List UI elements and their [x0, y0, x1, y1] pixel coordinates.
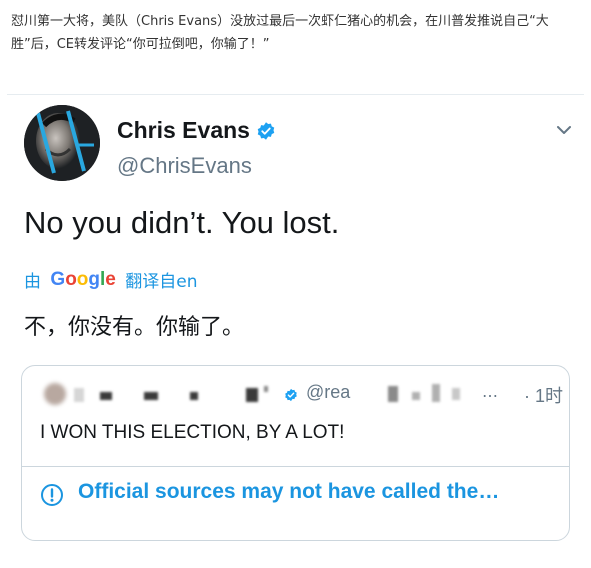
google-logo: Google	[50, 268, 116, 290]
quoted-tweet[interactable]: @rea … · 1时 I WON THIS ELECTION, BY A LO…	[21, 365, 570, 541]
tweet-card[interactable]: Chris Evans @ChrisEvans No you didn’t. Y…	[7, 94, 584, 568]
quoted-tweet-time[interactable]: · 1时	[524, 382, 563, 408]
quoted-handle-ellipsis: …	[482, 382, 498, 401]
translate-by-label: 由	[24, 272, 41, 292]
chevron-down-icon[interactable]	[555, 121, 573, 139]
blurred-handle-part	[452, 388, 460, 400]
display-name[interactable]: Chris Evans	[117, 117, 250, 144]
quoted-tweet-divider	[22, 466, 569, 467]
quoted-tweet-header: @rea … · 1时	[40, 382, 563, 408]
profile-avatar[interactable]	[24, 105, 100, 181]
blurred-name-part	[246, 388, 258, 402]
quoted-tweet-text: I WON THIS ELECTION, BY A LOT!	[40, 422, 345, 443]
blurred-handle-part	[432, 384, 440, 402]
translate-tweet-link[interactable]: 由 Google 翻译自en	[24, 267, 198, 292]
avatar-photo	[24, 105, 100, 181]
election-notice-text: Official sources may not have called the…	[78, 480, 500, 503]
tweet-text: No you didn’t. You lost.	[24, 205, 340, 240]
exclamation-circle-icon	[41, 484, 63, 506]
quoted-verified-badge-icon	[285, 388, 297, 402]
translate-source-label: 翻译自en	[125, 272, 198, 292]
blurred-name-part	[264, 386, 268, 392]
article-intro-text: 怼川第一大将，美队（Chris Evans）没放过最后一次虾仁猪心的机会，在川普…	[11, 14, 549, 52]
verified-badge-icon	[257, 122, 275, 140]
user-handle[interactable]: @ChrisEvans	[117, 153, 252, 179]
translated-text: 不，你没有。你输了。	[24, 315, 245, 340]
blurred-name-part	[74, 388, 84, 402]
screenshot-page: 怼川第一大将，美队（Chris Evans）没放过最后一次虾仁猪心的机会，在川普…	[0, 0, 591, 568]
quoted-user-handle[interactable]: @rea	[306, 382, 350, 403]
blurred-name-part	[144, 392, 158, 400]
blurred-handle-part	[412, 392, 420, 400]
blurred-handle-part	[388, 386, 398, 402]
blurred-name-part	[190, 392, 198, 400]
blurred-name-part	[100, 392, 112, 400]
quoted-avatar-blurred[interactable]	[44, 383, 66, 405]
